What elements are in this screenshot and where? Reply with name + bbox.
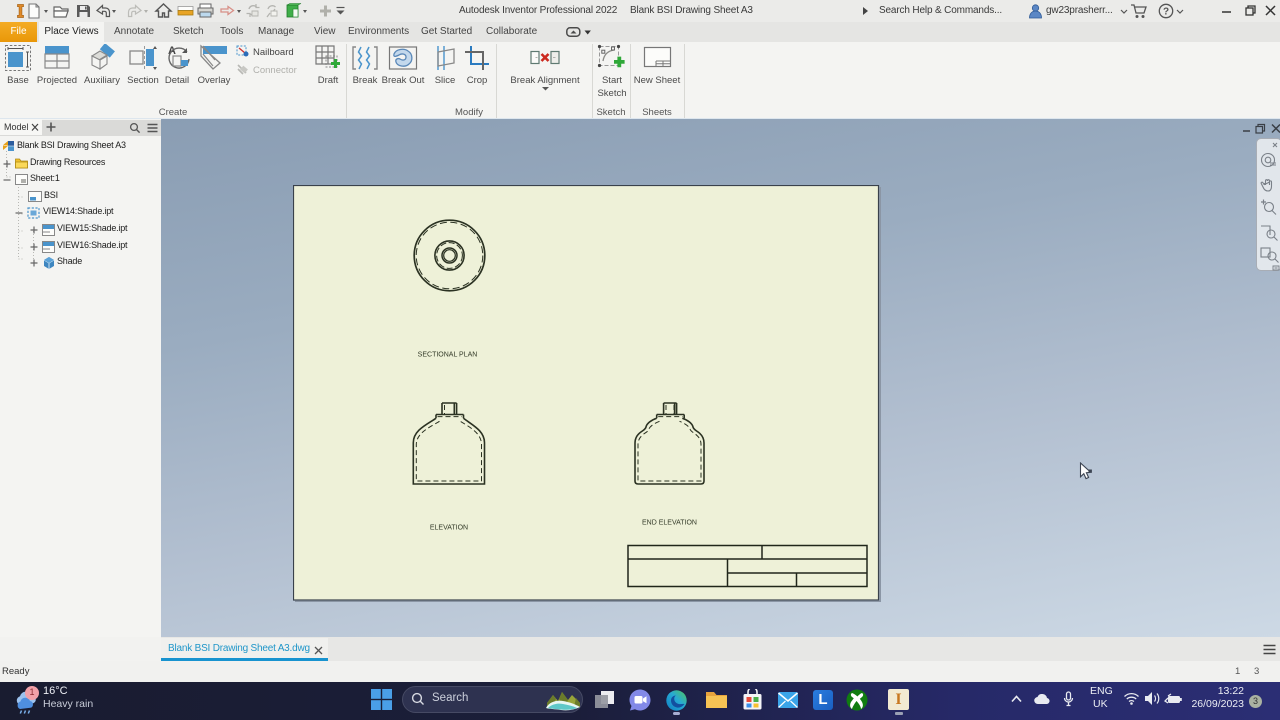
svg-text:SECTIONAL PLAN: SECTIONAL PLAN xyxy=(418,352,478,359)
svg-text:END ELEVATION: END ELEVATION xyxy=(642,520,697,527)
svg-text:ELEVATION: ELEVATION xyxy=(430,525,468,532)
svg-text:?: ? xyxy=(1163,7,1169,18)
